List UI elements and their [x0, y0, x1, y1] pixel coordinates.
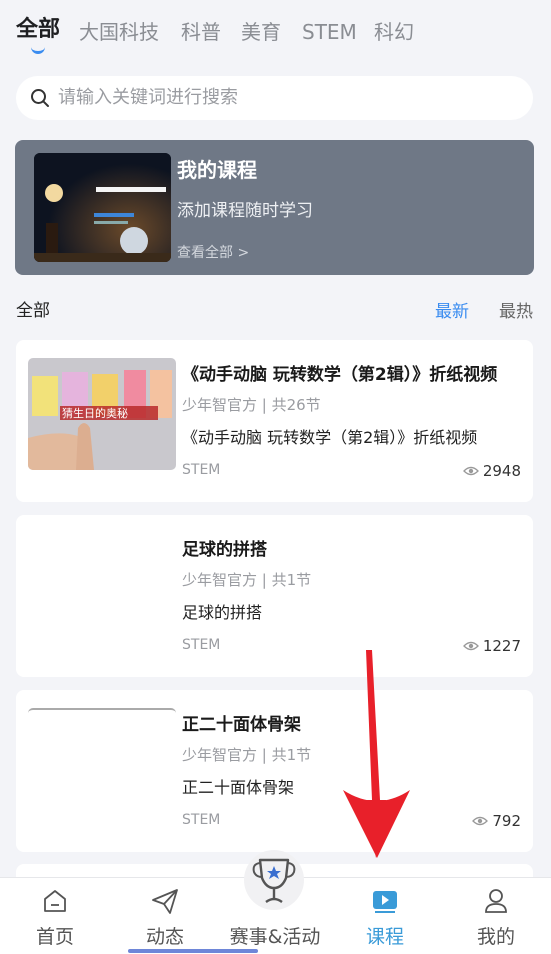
search-placeholder: 请输入关键词进行搜索	[58, 87, 238, 108]
tab-stem[interactable]: STEM	[302, 18, 357, 46]
tab-all[interactable]: 全部	[16, 16, 60, 44]
sort-newest-button[interactable]: 最新	[435, 297, 469, 322]
course-description: 《动手动脑 玩转数学（第2辑）》折纸视频	[182, 428, 478, 447]
nav-feed[interactable]: 动态	[110, 878, 220, 954]
view-count-value: 1227	[482, 637, 521, 655]
nav-courses[interactable]: 课程	[330, 878, 440, 954]
filter-bar: 全部 最新 最热	[0, 292, 551, 324]
course-tag: STEM	[182, 462, 221, 478]
view-count-value: 2948	[482, 462, 521, 480]
nav-profile[interactable]: 我的	[441, 878, 551, 954]
home-indicator	[128, 949, 258, 953]
course-thumbnail	[28, 708, 176, 822]
nav-home[interactable]: 首页	[0, 878, 110, 954]
my-course-title: 我的课程	[177, 158, 257, 182]
course-meta: 少年智官方 | 共26节	[182, 396, 321, 414]
video-play-icon	[373, 891, 397, 913]
course-title: 足球的拼搭	[182, 540, 267, 560]
view-count: 1227	[462, 637, 521, 655]
eye-icon	[462, 466, 479, 476]
tab-arts[interactable]: 美育	[241, 18, 281, 46]
view-all-link[interactable]: 查看全部 >	[177, 242, 249, 262]
sort-hottest-button[interactable]: 最热	[499, 297, 533, 322]
home-icon	[44, 890, 66, 912]
filter-all-label: 全部	[16, 301, 50, 321]
tab-science[interactable]: 科普	[181, 18, 221, 46]
trophy-icon[interactable]	[242, 850, 306, 910]
nav-feed-label: 动态	[145, 926, 184, 948]
nav-home-label: 首页	[35, 926, 74, 948]
search-icon	[31, 89, 49, 107]
user-icon	[485, 889, 507, 913]
my-course-thumbnail	[34, 153, 171, 262]
tab-active-indicator	[31, 44, 45, 54]
nav-profile-label: 我的	[476, 926, 515, 948]
my-course-subtitle: 添加课程随时学习	[177, 201, 313, 221]
course-meta: 少年智官方 | 共1节	[182, 571, 312, 589]
search-input[interactable]: 请输入关键词进行搜索	[16, 76, 533, 120]
view-count: 2948	[462, 462, 521, 480]
eye-icon	[462, 641, 479, 651]
course-card[interactable]: 猜生日的奥秘 《动手动脑 玩转数学（第2辑）》折纸视频 少年智官方 | 共26节…	[16, 340, 533, 502]
course-tag: STEM	[182, 637, 221, 653]
course-thumbnail	[28, 533, 176, 645]
course-meta: 少年智官方 | 共1节	[182, 746, 312, 764]
tab-scifi[interactable]: 科幻	[374, 18, 414, 46]
my-course-banner[interactable]: 我的课程 添加课程随时学习 查看全部 >	[15, 140, 534, 275]
view-count-value: 792	[492, 812, 521, 830]
nav-events-label: 赛事&活动	[229, 926, 321, 948]
course-title: 正二十面体骨架	[182, 715, 301, 735]
tab-tech[interactable]: 大国科技	[79, 18, 159, 46]
nav-courses-label: 课程	[365, 926, 404, 948]
course-card[interactable]: 足球的拼搭 少年智官方 | 共1节 足球的拼搭 STEM 1227	[16, 515, 533, 677]
course-title: 《动手动脑 玩转数学（第2辑）》折纸视频	[182, 365, 498, 385]
category-tabs: 全部 大国科技 科普 美育 STEM 科幻	[0, 0, 551, 62]
thumb-caption: 猜生日的奥秘	[62, 406, 128, 420]
paper-plane-icon	[152, 889, 178, 914]
course-thumbnail: 猜生日的奥秘	[28, 358, 176, 470]
eye-icon	[472, 816, 489, 826]
view-count: 792	[472, 812, 521, 830]
course-card[interactable]: 正二十面体骨架 少年智官方 | 共1节 正二十面体骨架 STEM 792	[16, 690, 533, 852]
course-description: 正二十面体骨架	[182, 778, 295, 797]
course-tag: STEM	[182, 812, 221, 828]
course-description: 足球的拼搭	[182, 603, 263, 622]
